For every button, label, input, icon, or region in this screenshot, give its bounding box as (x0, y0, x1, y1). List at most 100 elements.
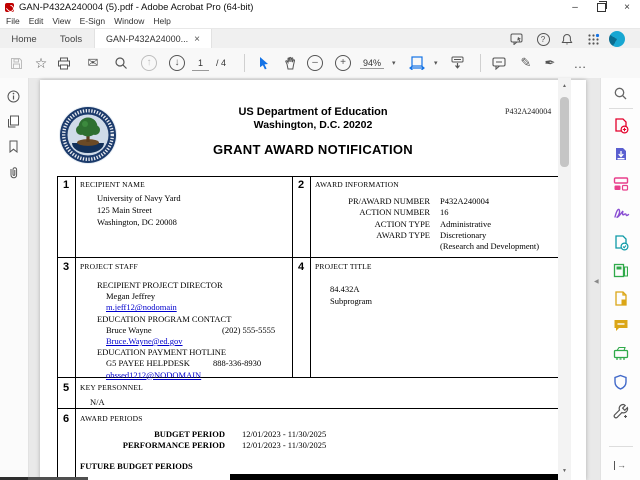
sign-pen-icon[interactable]: ✒ (542, 48, 558, 78)
page-thumbnails-icon[interactable] (7, 115, 21, 129)
comment-tool-icon[interactable] (613, 318, 629, 334)
protect-pdf-icon[interactable] (613, 374, 629, 390)
next-page-icon[interactable]: ↓ (169, 48, 185, 78)
export-pdf-icon[interactable] (613, 147, 629, 163)
edit-pdf-icon[interactable] (613, 176, 629, 192)
section-2-number: 2 (297, 179, 305, 191)
fit-dropdown-caret-icon[interactable]: ▾ (434, 48, 438, 78)
tab-home[interactable]: Home (0, 29, 48, 49)
user-avatar[interactable] (608, 31, 626, 47)
section-6-label: AWARD PERIODS (80, 414, 143, 423)
menu-esign[interactable]: E-Sign (80, 16, 106, 26)
minimize-button[interactable]: – (562, 0, 588, 14)
zoom-level-value[interactable]: 94% (360, 48, 385, 78)
combine-files-icon[interactable] (613, 291, 629, 307)
toolbar-separator (480, 54, 481, 72)
more-options-icon[interactable]: … (572, 48, 588, 78)
section-3-label: PROJECT STAFF (80, 262, 138, 271)
email-icon[interactable]: ✉ (85, 48, 101, 78)
previous-page-icon[interactable]: ↑ (141, 48, 157, 78)
apps-grid-icon[interactable] (584, 31, 602, 47)
select-tool-icon[interactable] (256, 48, 272, 78)
tab-close-icon[interactable]: × (194, 34, 200, 45)
restore-button[interactable] (588, 0, 614, 14)
staff-group-heading: RECIPIENT PROJECT DIRECTOR (97, 280, 223, 290)
panel-collapse-icon[interactable]: ◀ (594, 278, 599, 285)
organize-pages-icon[interactable] (613, 263, 629, 279)
highlight-pencil-icon[interactable]: ✎ (518, 48, 534, 78)
staff-phone: (202) 555-5555 (222, 324, 276, 335)
zoom-in-icon[interactable]: + (335, 48, 351, 78)
favorite-star-icon[interactable]: ☆ (33, 48, 49, 78)
bell-icon[interactable] (558, 31, 576, 47)
menu-window[interactable]: Window (114, 16, 144, 26)
save-icon[interactable] (8, 48, 24, 78)
menu-view[interactable]: View (52, 16, 70, 26)
expand-panel-icon[interactable]: → (614, 461, 626, 470)
staff-email-link[interactable]: Bruce.Wayne@ed.gov (106, 336, 183, 346)
right-tools-panel: ◀ → (594, 78, 640, 480)
award-periods: BUDGET PERIOD 12/01/2023 - 11/30/2025 PER… (122, 429, 327, 451)
staff-group-heading: EDUCATION PAYMENT HOTLINE (97, 347, 227, 358)
search-tool-icon[interactable] (613, 86, 629, 102)
menu-edit[interactable]: Edit (29, 16, 44, 26)
award-information: PR/AWARD NUMBER P432A240004 ACTION NUMBER… (348, 196, 540, 252)
tab-document[interactable]: GAN-P432A24000... × (94, 29, 212, 49)
staff-email-link[interactable]: m.jeff12@nodomain (106, 302, 177, 312)
toolbar-separator (244, 54, 245, 72)
request-signatures-icon[interactable] (613, 235, 629, 251)
scroll-down-icon[interactable]: ▼ (558, 468, 571, 474)
section-5-number: 5 (62, 382, 70, 394)
page-number-input[interactable]: 1 (192, 48, 210, 78)
search-icon[interactable] (113, 48, 129, 78)
comment-icon[interactable] (490, 48, 508, 78)
table-border (75, 176, 76, 480)
table-border (57, 257, 566, 258)
tab-tools[interactable]: Tools (48, 29, 94, 49)
fill-sign-icon[interactable] (613, 206, 630, 222)
recipient-address: University of Navy Yard 125 Main Street … (97, 193, 181, 227)
zoom-dropdown-caret-icon[interactable]: ▾ (392, 48, 396, 78)
attachments-icon[interactable] (7, 165, 21, 179)
window-title: GAN-P432A240004 (5).pdf - Adobe Acrobat … (19, 1, 254, 13)
staff-phone: 888-336-8930 (213, 358, 262, 369)
section-5-label: KEY PERSONNEL (80, 383, 143, 392)
left-panel (0, 78, 29, 480)
staff-name: G5 PAYEE HELPDESK (106, 358, 190, 369)
section-4-label: PROJECT TITLE (315, 262, 372, 271)
pdf-page: P432A240004 US Department of Education W… (40, 80, 586, 480)
close-button[interactable]: × (614, 0, 640, 14)
section-1-label: RECIPIENT NAME (80, 180, 145, 189)
create-pdf-icon[interactable] (613, 118, 629, 134)
section-4-number: 4 (297, 261, 305, 273)
table-border (57, 408, 566, 409)
scan-ocr-icon[interactable] (613, 346, 629, 362)
zoom-out-icon[interactable]: – (307, 48, 323, 78)
doc-header-address: Washington, D.C. 20202 (253, 119, 373, 131)
project-title: 84.432A Subprogram (330, 284, 373, 306)
staff-email-link[interactable]: obssed1212@NODOMAIN (106, 370, 201, 380)
feedback-icon[interactable] (508, 31, 526, 47)
page-info-icon[interactable] (7, 90, 21, 104)
staff-name: Bruce Wayne (106, 324, 152, 335)
help-icon[interactable]: ? (534, 31, 552, 47)
section-1-number: 1 (62, 179, 70, 191)
hand-tool-icon[interactable] (282, 48, 300, 78)
scrollbar-thumb[interactable] (560, 97, 569, 167)
fit-width-icon[interactable] (408, 48, 426, 78)
scroll-up-icon[interactable]: ▲ (558, 83, 571, 89)
staff-group-heading: EDUCATION PROGRAM CONTACT (97, 313, 232, 324)
future-budget-periods-label: FUTURE BUDGET PERIODS (80, 461, 193, 471)
print-icon[interactable] (56, 48, 72, 78)
table-border (57, 176, 566, 177)
menu-file[interactable]: File (6, 16, 20, 26)
section-2-label: AWARD INFORMATION (315, 180, 399, 189)
document-toolbar: ☆ ✉ ↑ ↓ 1 / 4 – + 94% ▾ ▾ ✎ ✒ … (0, 48, 640, 79)
acrobat-app-icon (5, 2, 14, 12)
page-scrolling-icon[interactable] (448, 48, 466, 78)
menu-help[interactable]: Help (153, 16, 170, 26)
bookmarks-icon[interactable] (7, 140, 21, 154)
vertical-scrollbar[interactable]: ▲ ▼ (558, 78, 571, 480)
more-tools-icon[interactable] (613, 403, 629, 419)
tab-bar: Home Tools GAN-P432A24000... × ? (0, 28, 640, 49)
